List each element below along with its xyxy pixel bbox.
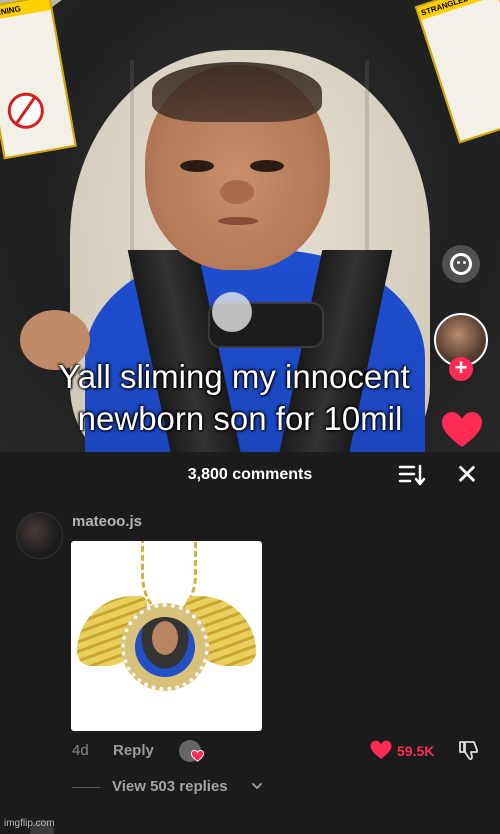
tiktok-screen: WARNING STRANGLED Yall sliming my innoce… (0, 0, 500, 834)
pendant-medallion (121, 603, 209, 691)
comment-username[interactable]: mateoo.js (72, 513, 142, 530)
shirt-logo (212, 292, 252, 332)
baby-nose (220, 180, 254, 204)
like-count: 59.5K (397, 743, 435, 759)
video-caption-line-1: Yall sliming my innocent (58, 358, 410, 395)
watermark: imgflip.com (4, 818, 55, 829)
comment-age: 4d (72, 742, 89, 759)
heart-icon (191, 750, 204, 762)
video-player[interactable]: WARNING STRANGLED Yall sliming my innoce… (0, 0, 500, 452)
reply-button[interactable]: Reply (113, 742, 154, 759)
baby-mouth (218, 217, 258, 225)
avatar[interactable] (16, 512, 63, 559)
warning-label-text: STRANGLED (417, 0, 498, 21)
pendant-photo (135, 617, 195, 677)
close-icon[interactable]: ✕ (453, 461, 481, 489)
comment-image[interactable] (71, 541, 262, 731)
divider (72, 787, 100, 788)
comments-sheet: 3,800 comments ✕ mateoo.js 4d Reply 59.5… (0, 452, 500, 834)
baby-eye (250, 160, 284, 172)
video-caption-line-2: newborn son for 10mil (77, 400, 403, 437)
baby-eye (180, 160, 214, 172)
plus-icon[interactable]: + (449, 357, 473, 381)
sort-icon[interactable] (397, 462, 427, 488)
warning-label-text: WARNING (0, 0, 51, 23)
view-replies-button[interactable]: View 503 replies (112, 778, 228, 795)
heart-icon[interactable] (441, 412, 483, 448)
heart-icon[interactable] (370, 740, 392, 760)
chevron-down-icon[interactable] (251, 780, 263, 792)
effect-icon[interactable] (442, 245, 480, 283)
prohibited-icon (4, 89, 47, 132)
baby-hair (152, 62, 322, 122)
dislike-icon[interactable] (457, 738, 481, 762)
